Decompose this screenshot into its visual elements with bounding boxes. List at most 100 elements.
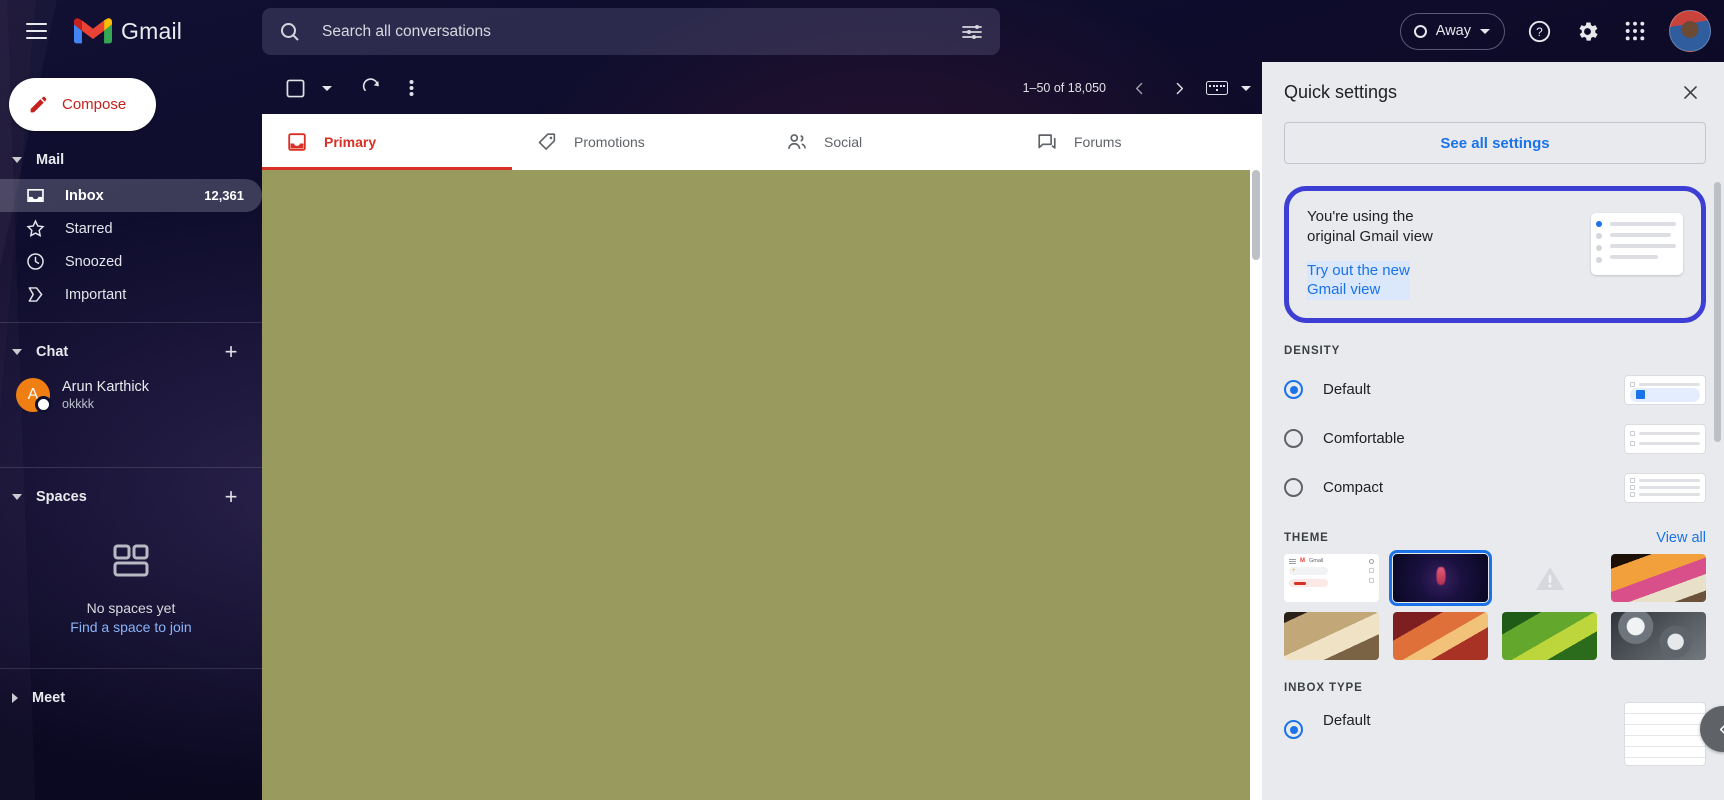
density-default-preview — [1624, 374, 1706, 405]
theme-deity-art[interactable] — [1611, 554, 1706, 603]
pencil-icon — [30, 96, 47, 113]
density-option-comfortable[interactable]: Comfortable — [1284, 414, 1706, 463]
help-button[interactable]: ? — [1516, 8, 1562, 54]
quick-settings-panel: Quick settings See all settings You're u… — [1262, 62, 1724, 800]
view-all-themes-link[interactable]: View all — [1656, 530, 1706, 546]
theme-unavailable-warning[interactable] — [1502, 554, 1597, 602]
chevron-down-icon — [12, 157, 22, 163]
sidebar-item-inbox[interactable]: Inbox 12,361 — [0, 179, 262, 212]
newer-page-button[interactable] — [1120, 69, 1158, 107]
gear-icon — [1578, 21, 1598, 41]
tab-promotions[interactable]: Promotions — [512, 114, 762, 170]
clock-icon — [27, 253, 44, 270]
inbox-type-option-default[interactable]: Default — [1284, 702, 1706, 767]
see-all-settings-button[interactable]: See all settings — [1284, 122, 1706, 164]
chevron-right-icon — [12, 693, 18, 704]
message-list-scrollbar[interactable] — [1250, 170, 1262, 800]
refresh-button[interactable] — [352, 69, 390, 107]
sidebar-item-starred[interactable]: Starred — [0, 212, 262, 245]
sidebar-item-starred-label: Starred — [65, 220, 113, 237]
inbox-type-default-preview — [1624, 702, 1706, 767]
promo-thumb-rail — [1591, 213, 1608, 275]
main-menu-icon[interactable] — [12, 7, 60, 55]
theme-section-label: THEME — [1284, 532, 1329, 545]
chevron-right-icon — [1176, 82, 1183, 94]
theme-light-gmail[interactable]: M Gmail + — [1284, 554, 1379, 603]
select-dropdown-button[interactable] — [316, 69, 338, 107]
radio-selected-icon[interactable] — [1284, 380, 1303, 400]
tab-social-label: Social — [824, 134, 863, 150]
top-bar-actions: Away ? — [1399, 0, 1714, 62]
close-icon — [1683, 85, 1697, 99]
sidebar-section-meet-label: Meet — [32, 690, 66, 707]
theme-leaf[interactable] — [1502, 612, 1597, 661]
compose-button[interactable]: Compose — [9, 78, 156, 131]
gmail-logo[interactable]: Gmail — [74, 17, 182, 46]
input-tools-dropdown[interactable] — [1236, 69, 1256, 107]
find-space-link[interactable]: Find a space to join — [0, 619, 262, 635]
settings-button[interactable] — [1564, 8, 1610, 54]
gmail-word-icon: Gmail — [1309, 558, 1324, 565]
search-bar[interactable] — [262, 8, 1000, 55]
tab-forums[interactable]: Forums — [1012, 114, 1262, 170]
density-section-label: DENSITY — [1284, 345, 1341, 358]
chat-add-icon[interactable]: + — [218, 339, 244, 365]
status-chip-away[interactable]: Away — [1399, 12, 1505, 50]
theme-spheres[interactable] — [1611, 612, 1706, 661]
density-compact-preview — [1624, 472, 1706, 503]
google-apps-button[interactable] — [1612, 8, 1658, 54]
chevron-down-icon — [12, 349, 22, 355]
older-page-button[interactable] — [1160, 69, 1198, 107]
tab-primary[interactable]: Primary — [262, 114, 512, 170]
try-new-gmail-view-link[interactable]: Try out the new Gmail view — [1307, 260, 1410, 301]
status-label: Away — [1435, 23, 1471, 39]
density-option-default[interactable]: Default — [1284, 365, 1706, 414]
input-tools-button[interactable] — [1200, 69, 1234, 107]
sidebar-section-spaces[interactable]: Spaces + — [0, 478, 262, 516]
scrollbar-thumb[interactable] — [1252, 170, 1260, 260]
theme-canyon[interactable] — [1393, 612, 1488, 661]
account-avatar-button[interactable] — [1666, 7, 1714, 55]
select-all-checkbox[interactable] — [276, 69, 314, 107]
radio-unselected-icon[interactable] — [1284, 478, 1303, 498]
inbox-unread-count: 12,361 — [204, 188, 244, 203]
avatar — [1669, 10, 1711, 52]
spaces-add-icon[interactable]: + — [218, 484, 244, 510]
radio-selected-icon[interactable] — [1284, 720, 1303, 740]
close-quick-settings-button[interactable] — [1672, 74, 1708, 110]
sidebar-item-snoozed[interactable]: Snoozed — [0, 245, 262, 278]
search-input[interactable] — [322, 22, 960, 41]
tab-social[interactable]: Social — [762, 114, 1012, 170]
tab-primary-label: Primary — [324, 134, 377, 150]
sidebar-section-mail[interactable]: Mail — [0, 141, 262, 179]
message-list-area — [262, 170, 1250, 800]
search-options-icon[interactable] — [960, 20, 984, 44]
sidebar-section-chat[interactable]: Chat + — [0, 333, 262, 371]
people-icon — [788, 134, 806, 149]
inbox-type-section-label: INBOX TYPE — [1284, 682, 1363, 695]
tab-promotions-label: Promotions — [574, 134, 645, 150]
chat-contact-row[interactable]: A Arun Karthick okkkk — [0, 371, 262, 419]
density-comfortable-label: Comfortable — [1323, 430, 1405, 448]
chevron-left-icon — [1719, 724, 1724, 734]
radio-unselected-icon[interactable] — [1284, 429, 1303, 449]
theme-dark-figure[interactable] — [1389, 550, 1492, 607]
density-option-compact[interactable]: Compact — [1284, 463, 1706, 512]
inbox-tabs: Primary Promotions Social Forums — [262, 114, 1262, 170]
quick-settings-scrollbar[interactable] — [1714, 182, 1721, 442]
inbox-icon — [288, 133, 306, 151]
sidebar-section-meet[interactable]: Meet — [0, 679, 262, 717]
sidebar-item-important[interactable]: Important — [0, 278, 262, 311]
theme-chess[interactable] — [1284, 612, 1379, 661]
promo-link-line-1: Try out the new — [1307, 261, 1410, 279]
quick-settings-header: Quick settings — [1262, 62, 1724, 122]
theme-thumb-body: + — [1284, 564, 1379, 590]
density-default-label: Default — [1323, 381, 1371, 399]
promo-text-block: You're using the original Gmail view Try… — [1307, 207, 1581, 301]
theme-section-header: THEME View all — [1284, 530, 1706, 546]
promo-thumb-lines — [1608, 213, 1683, 275]
chevron-down-icon — [1480, 28, 1490, 34]
quick-settings-title: Quick settings — [1284, 81, 1398, 102]
star-icon — [26, 219, 45, 237]
more-options-button[interactable] — [392, 69, 430, 107]
